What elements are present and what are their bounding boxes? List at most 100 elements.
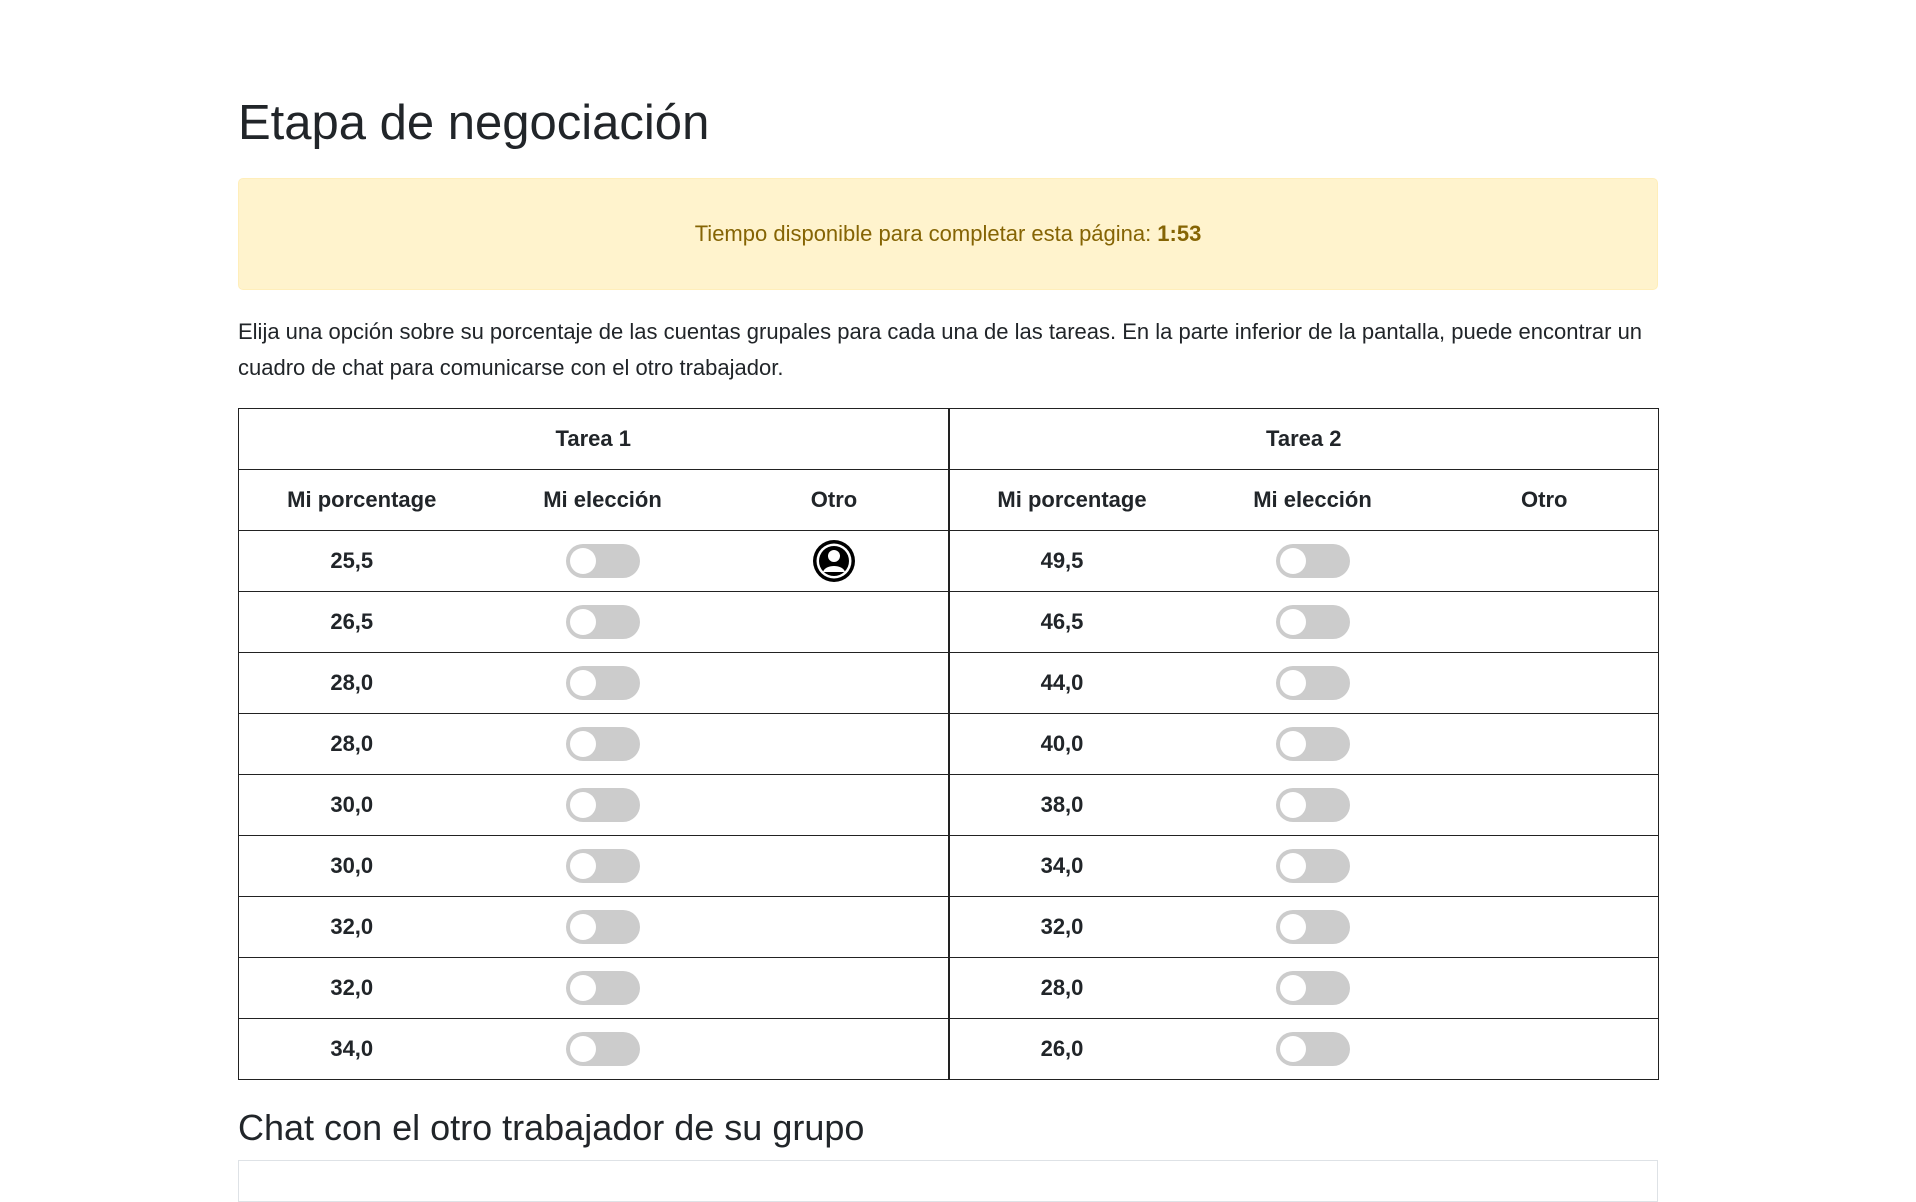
task1-choice-cell <box>484 652 721 714</box>
toggle-knob <box>569 914 596 940</box>
task2-percentage: 40,0 <box>947 713 1195 775</box>
task2-choice-toggle[interactable] <box>1275 910 1350 944</box>
task2-other-cell <box>1430 1018 1659 1080</box>
table-row: 34,0 26,0 <box>238 1018 1659 1080</box>
task2-choice-toggle[interactable] <box>1275 788 1350 822</box>
task2-percentage: 46,5 <box>947 591 1195 653</box>
task2-col-choice: Mi elección <box>1194 469 1431 531</box>
table-row: 26,5 46,5 <box>238 591 1659 653</box>
table-row: 30,0 34,0 <box>238 835 1659 897</box>
table-row: 32,0 32,0 <box>238 896 1659 958</box>
page-title: Etapa de negociación <box>238 96 710 150</box>
task1-other-cell <box>720 774 949 836</box>
toggle-knob <box>1279 609 1306 635</box>
toggle-knob <box>1279 792 1306 818</box>
table-row: 28,0 44,0 <box>238 652 1659 714</box>
table-row: 32,0 28,0 <box>238 957 1659 1019</box>
table-row: 25,5 49,5 <box>238 530 1659 592</box>
task2-choice-cell <box>1194 713 1431 775</box>
task1-choice-cell <box>484 774 721 836</box>
task1-choice-toggle[interactable] <box>565 849 640 883</box>
task1-col-pct: Mi porcentage <box>238 469 485 531</box>
task2-choice-toggle[interactable] <box>1275 1032 1350 1066</box>
task1-choice-toggle[interactable] <box>565 971 640 1005</box>
table-row: 30,0 38,0 <box>238 774 1659 836</box>
task2-other-cell <box>1430 530 1659 592</box>
chat-title: Chat con el otro trabajador de su grupo <box>238 1107 865 1148</box>
task1-choice-cell <box>484 530 721 592</box>
task2-choice-cell <box>1194 896 1431 958</box>
task2-other-cell <box>1430 896 1659 958</box>
task1-other-cell <box>720 896 949 958</box>
task1-choice-cell <box>484 896 721 958</box>
toggle-knob <box>569 853 596 879</box>
toggle-knob <box>1279 853 1306 879</box>
task1-percentage: 32,0 <box>238 896 485 958</box>
task2-percentage: 49,5 <box>947 530 1195 592</box>
task1-choice-toggle[interactable] <box>565 1032 640 1066</box>
task2-col-pct: Mi porcentage <box>947 469 1195 531</box>
column-header-row: Mi porcentage Mi elección Otro Mi porcen… <box>238 469 1659 531</box>
task2-other-cell <box>1430 957 1659 1019</box>
task1-percentage: 26,5 <box>238 591 485 653</box>
task1-choice-toggle[interactable] <box>565 605 640 639</box>
task2-other-cell <box>1430 591 1659 653</box>
timer-alert: Tiempo disponible para completar esta pá… <box>238 178 1658 290</box>
task1-other-cell <box>720 652 949 714</box>
task2-choice-cell <box>1194 1018 1431 1080</box>
task1-choice-toggle[interactable] <box>565 910 640 944</box>
task1-other-cell <box>720 957 949 1019</box>
task1-choice-cell <box>484 957 721 1019</box>
task1-choice-toggle[interactable] <box>565 544 640 578</box>
task2-choice-toggle[interactable] <box>1275 605 1350 639</box>
user-circle-icon <box>812 539 856 583</box>
task2-other-cell <box>1430 713 1659 775</box>
task2-percentage: 28,0 <box>947 957 1195 1019</box>
task-header-row: Tarea 1 Tarea 2 <box>238 408 1659 470</box>
toggle-knob <box>569 975 596 1001</box>
instructions-text: Elija una opción sobre su porcentaje de … <box>238 319 1643 380</box>
toggle-knob <box>569 1036 596 1062</box>
task1-percentage: 28,0 <box>238 652 485 714</box>
task2-choice-toggle[interactable] <box>1275 727 1350 761</box>
task1-choice-toggle[interactable] <box>565 727 640 761</box>
task2-other-cell <box>1430 652 1659 714</box>
task2-choice-toggle[interactable] <box>1275 849 1350 883</box>
task1-choice-toggle[interactable] <box>565 788 640 822</box>
task1-choice-toggle[interactable] <box>565 666 640 700</box>
task2-percentage: 38,0 <box>947 774 1195 836</box>
task2-choice-cell <box>1194 957 1431 1019</box>
task2-header: Tarea 2 <box>947 408 1659 470</box>
task1-col-choice: Mi elección <box>484 469 721 531</box>
task2-other-cell <box>1430 835 1659 897</box>
toggle-knob <box>569 670 596 696</box>
task1-percentage: 30,0 <box>238 835 485 897</box>
toggle-knob <box>1279 731 1306 757</box>
task1-other-cell <box>720 835 949 897</box>
task2-choice-cell <box>1194 835 1431 897</box>
task2-choice-cell <box>1194 591 1431 653</box>
task2-percentage: 32,0 <box>947 896 1195 958</box>
timer-label: Tiempo disponible para completar esta pá… <box>694 221 1152 246</box>
toggle-knob <box>569 609 596 635</box>
task1-percentage: 34,0 <box>238 1018 485 1080</box>
task1-choice-cell <box>484 1018 721 1080</box>
task1-percentage: 28,0 <box>238 713 485 775</box>
task2-other-cell <box>1430 774 1659 836</box>
task2-choice-toggle[interactable] <box>1275 666 1350 700</box>
task1-choice-cell <box>484 835 721 897</box>
chat-box[interactable] <box>238 1160 1658 1202</box>
toggle-knob <box>569 792 596 818</box>
task1-percentage: 25,5 <box>238 530 485 592</box>
task1-choice-cell <box>484 591 721 653</box>
task1-col-other: Otro <box>720 469 949 531</box>
task2-choice-toggle[interactable] <box>1275 971 1350 1005</box>
task2-choice-toggle[interactable] <box>1275 544 1350 578</box>
task1-percentage: 30,0 <box>238 774 485 836</box>
toggle-knob <box>569 731 596 757</box>
task2-col-other: Otro <box>1430 469 1659 531</box>
toggle-knob <box>1279 975 1306 1001</box>
table-row: 28,0 40,0 <box>238 713 1659 775</box>
task1-other-cell <box>720 591 949 653</box>
task2-choice-cell <box>1194 530 1431 592</box>
